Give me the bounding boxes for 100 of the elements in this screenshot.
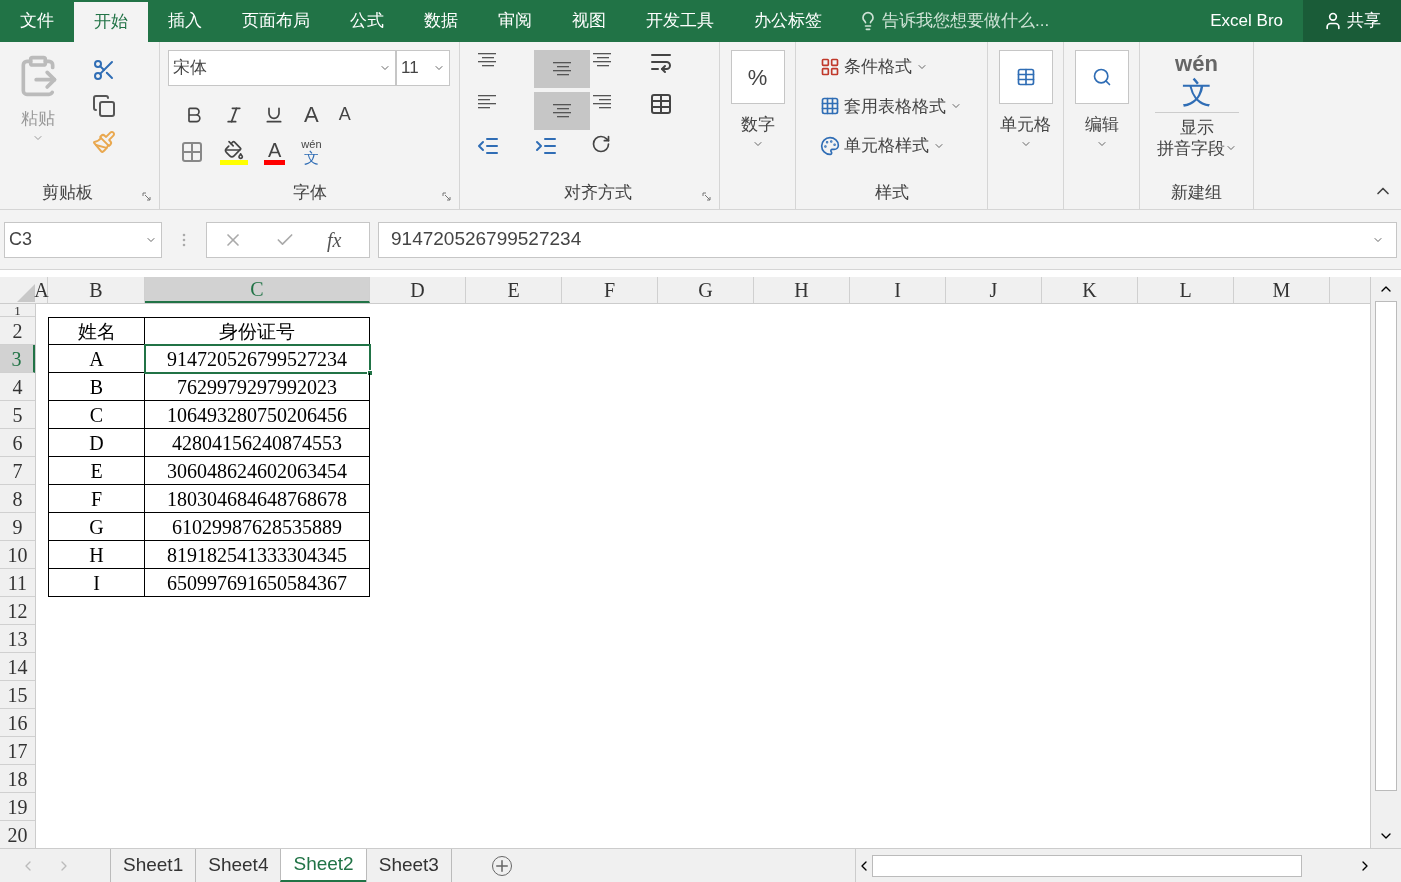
user-icon	[1323, 11, 1343, 31]
vertical-scrollbar[interactable]	[1370, 277, 1401, 848]
share-button[interactable]: 共享	[1303, 0, 1401, 42]
fill-color-icon[interactable]	[220, 139, 248, 165]
ribbon-tab[interactable]: 公式	[330, 0, 404, 42]
group-title: 新建组	[1171, 181, 1222, 204]
row-header[interactable]: 8	[0, 485, 35, 513]
row-header[interactable]: 19	[0, 793, 35, 821]
column-header[interactable]: C	[145, 277, 370, 303]
table-cell: E	[48, 457, 145, 485]
font-name-field[interactable]: 宋体	[168, 50, 396, 86]
italic-icon[interactable]	[224, 104, 244, 125]
row-header[interactable]: 17	[0, 737, 35, 765]
grid-icon	[820, 56, 840, 77]
ribbon-tab[interactable]: 开始	[74, 2, 148, 42]
table-cell[interactable]: 61029987628535889	[145, 513, 370, 541]
row-header[interactable]: 16	[0, 709, 35, 737]
column-header[interactable]: L	[1138, 277, 1234, 303]
ribbon-tab[interactable]: 开发工具	[626, 0, 734, 42]
group-title: 样式	[873, 181, 910, 204]
column-header[interactable]: K	[1042, 277, 1138, 303]
ribbon-tab[interactable]: 审阅	[478, 0, 552, 42]
shrink-font-button[interactable]: A	[338, 101, 351, 128]
copy-icon[interactable]	[92, 94, 116, 118]
styles-menu-item[interactable]: 条件格式	[820, 54, 987, 80]
scissors-icon[interactable]	[92, 58, 116, 82]
ribbon-tab[interactable]: 数据	[404, 0, 478, 42]
table-cell[interactable]: 7629979297992023	[145, 373, 370, 401]
table-cell: I	[48, 569, 145, 597]
table-cell[interactable]: 650997691650584367	[145, 569, 370, 597]
column-header[interactable]: D	[370, 277, 466, 303]
column-header[interactable]: J	[946, 277, 1042, 303]
row-header[interactable]: 11	[0, 569, 35, 597]
row-header[interactable]: 12	[0, 597, 35, 625]
drag-handle-icon[interactable]	[182, 232, 186, 247]
sheet-tab[interactable]: Sheet2	[280, 849, 366, 882]
grow-font-button[interactable]: A	[304, 98, 319, 131]
column-header[interactable]: M	[1234, 277, 1330, 303]
table-cell: G	[48, 513, 145, 541]
font-color-button[interactable]: A	[264, 139, 286, 165]
styles-menu-item[interactable]: 单元格样式	[820, 133, 987, 159]
table-cell: C	[48, 401, 145, 429]
table-cell: F	[48, 485, 145, 513]
table-header-cell: 姓名	[48, 317, 145, 345]
row-header[interactable]: 13	[0, 625, 35, 653]
orientation-icon[interactable]	[591, 134, 611, 154]
row-header[interactable]: 4	[0, 373, 35, 401]
sheet-tab[interactable]: Sheet1	[110, 849, 196, 882]
group-title: 字体	[292, 181, 327, 204]
table-header-cell: 身份证号	[145, 317, 370, 345]
row-header[interactable]: 7	[0, 457, 35, 485]
formula-field[interactable]: 914720526799527234	[378, 221, 1397, 258]
ribbon-tab[interactable]: 办公标签	[734, 0, 842, 42]
palette-icon	[820, 135, 840, 156]
tell-me-field[interactable]: 告诉我您想要做什么...	[882, 8, 1050, 34]
ribbon-tab[interactable]: 页面布局	[222, 0, 330, 42]
row-header[interactable]: 14	[0, 653, 35, 681]
column-header[interactable]: E	[466, 277, 562, 303]
table-cell[interactable]: 819182541333304345	[145, 541, 370, 569]
column-header[interactable]: F	[562, 277, 658, 303]
search-icon	[1091, 67, 1112, 87]
ribbon-tab[interactable]: 插入	[148, 0, 222, 42]
table-cell[interactable]: 42804156240874553	[145, 429, 370, 457]
column-header[interactable]: A	[36, 277, 48, 303]
row-header[interactable]: 15	[0, 681, 35, 709]
ribbon-tab[interactable]: 文件	[0, 0, 74, 42]
phonetic-button[interactable]: wén 文	[301, 139, 322, 165]
row-header[interactable]: 1	[0, 304, 35, 317]
group-title: 对齐方式	[563, 181, 632, 204]
row-header[interactable]: 10	[0, 541, 35, 569]
table-cell[interactable]: 306048624602063454	[145, 457, 370, 485]
ribbon-tab[interactable]: 视图	[552, 0, 626, 42]
show-phonetic-button[interactable]: wén 文 显示 拼音字段	[1154, 50, 1239, 159]
user-name[interactable]: Excel Bro	[1190, 0, 1303, 42]
table-icon	[1015, 67, 1036, 87]
table-cell[interactable]: 106493280750206456	[145, 401, 370, 429]
group-title: 剪贴板	[42, 181, 94, 204]
dialog-launcher-icon[interactable]	[442, 192, 451, 201]
table-cell[interactable]: 914720526799527234	[145, 345, 370, 373]
borders-icon[interactable]	[180, 140, 204, 164]
sheet-tab[interactable]: Sheet3	[365, 849, 451, 882]
row-header[interactable]: 9	[0, 513, 35, 541]
merge-icon[interactable]	[648, 92, 673, 116]
dialog-launcher-icon[interactable]	[702, 192, 711, 201]
row-header[interactable]: 3	[0, 345, 35, 373]
font-size-field[interactable]: 11	[396, 50, 450, 86]
styles-menu-item[interactable]: 套用表格格式	[820, 93, 987, 119]
row-header[interactable]: 6	[0, 429, 35, 457]
column-header[interactable]: H	[754, 277, 850, 303]
table-cell: D	[48, 429, 145, 457]
fill-handle[interactable]	[367, 370, 373, 376]
name-box[interactable]: C3	[4, 221, 162, 258]
row-header[interactable]: 5	[0, 401, 35, 429]
table-cell: H	[48, 541, 145, 569]
column-header[interactable]: I	[850, 277, 946, 303]
table-cell[interactable]: 180304684648768678	[145, 485, 370, 513]
row-header[interactable]: 18	[0, 765, 35, 793]
column-header[interactable]: G	[658, 277, 754, 303]
dialog-launcher-icon[interactable]	[142, 192, 151, 201]
insert-function-button[interactable]: fx	[327, 224, 342, 255]
